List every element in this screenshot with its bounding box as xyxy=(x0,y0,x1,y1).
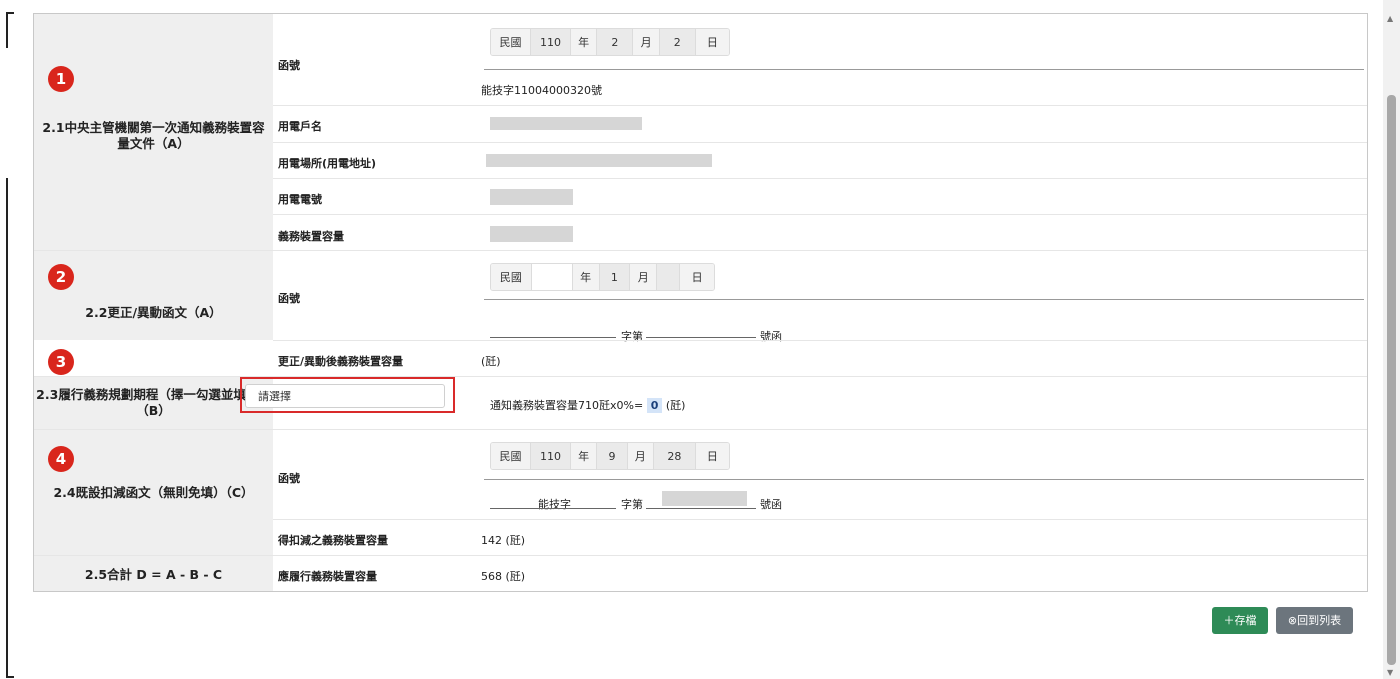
month-input[interactable]: 1 xyxy=(599,264,631,290)
s4-word-label: 字第 xyxy=(621,498,643,511)
s2-after-label: 更正/異動後義務裝置容量 xyxy=(278,355,404,368)
capacity-redacted xyxy=(490,226,573,242)
s3-formula-unit: (瓩) xyxy=(665,399,686,412)
day-input[interactable]: 28 xyxy=(653,443,696,469)
month-label: 月 xyxy=(633,29,660,55)
section-4-badge: 4 xyxy=(48,446,74,472)
s4-number-redacted xyxy=(662,491,747,506)
save-button[interactable]: ＋存檔 xyxy=(1212,607,1268,634)
year-label: 年 xyxy=(570,443,598,469)
s5-total-label: 應履行義務裝置容量 xyxy=(278,570,377,583)
era-label: 民國 xyxy=(491,443,531,469)
s5-total-value: 568 (瓩) xyxy=(481,570,526,583)
s3-formula-value[interactable]: 0 xyxy=(646,398,663,413)
s3-formula-prefix: 通知義務裝置容量710瓩x0%= xyxy=(490,399,644,412)
s2-after-value: (瓩) xyxy=(481,355,501,368)
s2-word-input[interactable] xyxy=(490,337,616,338)
scroll-thumb[interactable] xyxy=(1387,95,1396,665)
phone-redacted xyxy=(490,189,573,205)
year-input[interactable]: 110 xyxy=(530,443,571,469)
section-4-title: 2.4既設扣減函文（無則免填）（C） xyxy=(53,485,254,500)
s3-formula: 通知義務裝置容量710瓩x0%= 0 (瓩) xyxy=(490,397,685,413)
s1-letter-number: 能技字11004000320號 xyxy=(481,84,602,97)
s2-word-label: 字第 xyxy=(621,330,643,343)
day-label: 日 xyxy=(695,29,729,55)
section-1-badge: 1 xyxy=(48,66,74,92)
s4-deduct-value: 142 (瓩) xyxy=(481,534,526,547)
day-input[interactable]: 2 xyxy=(659,29,696,55)
vertical-scrollbar[interactable]: ▲ ▼ xyxy=(1383,0,1400,679)
s4-letter-label: 函號 xyxy=(278,472,300,485)
s4-word-prefix: 能技字 xyxy=(538,498,571,511)
schedule-select[interactable]: 請選擇 xyxy=(245,384,445,408)
customer-name-redacted xyxy=(490,117,642,130)
year-input[interactable] xyxy=(531,264,573,290)
s1-customer-label: 用電戶名 xyxy=(278,120,322,133)
day-label: 日 xyxy=(680,264,714,290)
era-label: 民國 xyxy=(491,29,531,55)
year-input[interactable]: 110 xyxy=(530,29,571,55)
s4-number-input[interactable] xyxy=(646,508,756,509)
s2-date-group[interactable]: 民國 年 1 月 日 xyxy=(490,263,715,291)
address-redacted xyxy=(486,154,712,167)
capacity-form-table: 1 2.1中央主管機關第一次通知義務裝置容量文件（A） 函號 民國 110 年 … xyxy=(33,13,1368,592)
scroll-up-icon[interactable]: ▲ xyxy=(1387,14,1393,23)
year-label: 年 xyxy=(572,264,600,290)
s1-phone-label: 用電電號 xyxy=(278,193,322,206)
month-label: 月 xyxy=(627,443,654,469)
s2-number-label: 號函 xyxy=(760,330,782,343)
section-2-badge: 2 xyxy=(48,264,74,290)
s4-date-group[interactable]: 民國 110 年 9 月 28 日 xyxy=(490,442,730,470)
day-label: 日 xyxy=(695,443,729,469)
scroll-down-icon[interactable]: ▼ xyxy=(1387,668,1393,677)
s1-date-group[interactable]: 民國 110 年 2 月 2 日 xyxy=(490,28,730,56)
s1-letter-label: 函號 xyxy=(278,59,300,72)
s2-number-input[interactable] xyxy=(646,337,756,338)
month-input[interactable]: 9 xyxy=(597,443,628,469)
month-input[interactable]: 2 xyxy=(597,29,634,55)
section-3-title: 2.3履行義務規劃期程（擇一勾選並填列）（B） xyxy=(36,387,271,418)
s4-deduct-label: 得扣減之義務裝置容量 xyxy=(278,534,388,547)
s4-word-input[interactable] xyxy=(490,508,616,509)
section-2-cell xyxy=(34,251,273,340)
s1-capacity-label: 義務裝置容量 xyxy=(278,230,344,243)
s1-address-label: 用電場所(用電地址) xyxy=(278,157,377,170)
year-label: 年 xyxy=(570,29,598,55)
back-to-list-button[interactable]: ⊗回到列表 xyxy=(1276,607,1353,634)
section-1-title: 2.1中央主管機關第一次通知義務裝置容量文件（A） xyxy=(42,120,265,151)
section-3-badge: 3 xyxy=(48,349,74,375)
s4-number-label: 號函 xyxy=(760,498,782,511)
day-input[interactable] xyxy=(657,264,681,290)
s2-letter-label: 函號 xyxy=(278,292,300,305)
section-5-title: 2.5合計 D = A - B - C xyxy=(84,567,223,582)
month-label: 月 xyxy=(630,264,658,290)
section-2-title: 2.2更正/異動函文（A） xyxy=(85,305,222,320)
era-label: 民國 xyxy=(491,264,532,290)
